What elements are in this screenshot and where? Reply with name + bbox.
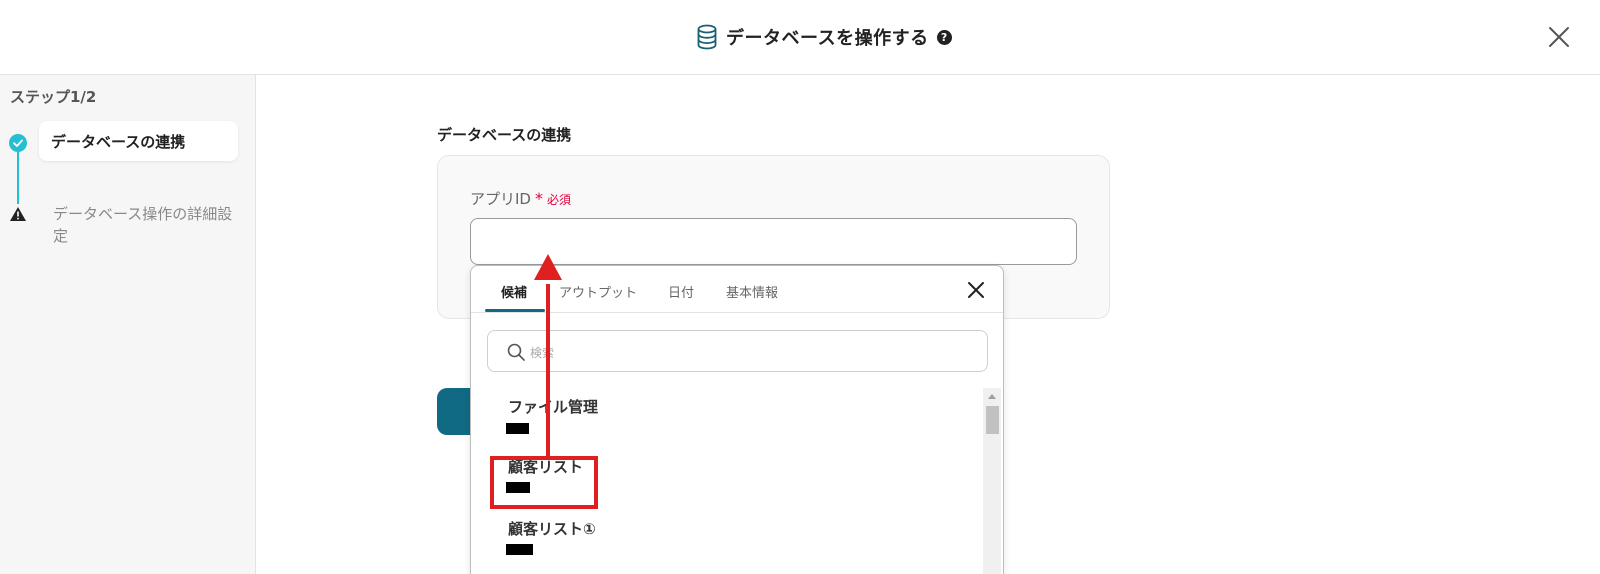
modal-title-text: データベースを操作する bbox=[726, 28, 929, 49]
redacted-id bbox=[506, 423, 529, 434]
required-asterisk: * bbox=[534, 189, 543, 208]
modal-root: データベースを操作する ? ステップ1/2 データベースの連携 データベース操作… bbox=[0, 0, 1600, 574]
help-icon[interactable]: ? bbox=[936, 29, 952, 45]
list-item-title: ファイル管理 bbox=[508, 398, 599, 416]
popup-search-input[interactable]: 検索 bbox=[487, 330, 988, 372]
tab-basic-info[interactable]: 基本情報 bbox=[726, 282, 778, 301]
check-icon bbox=[9, 134, 27, 152]
popup-close-icon[interactable] bbox=[967, 281, 985, 299]
scroll-up-icon[interactable] bbox=[988, 394, 996, 399]
step-count: ステップ1/2 bbox=[10, 88, 97, 106]
sidebar-step-database-detail[interactable]: データベース操作の詳細設定 bbox=[53, 203, 233, 247]
sidebar-step-database-link[interactable]: データベースの連携 bbox=[39, 121, 238, 161]
sidebar-step-label: データベースの連携 bbox=[51, 132, 186, 151]
app-id-input[interactable] bbox=[470, 218, 1077, 265]
close-icon[interactable] bbox=[1547, 25, 1571, 49]
search-placeholder: 検索 bbox=[530, 346, 555, 360]
suggestion-popup: 候補 アウトプット 日付 基本情報 検索 ファイル管理 顧客リスト 顧客リスト① bbox=[470, 265, 1004, 574]
list-item-title: 顧客リスト① bbox=[508, 520, 596, 538]
app-id-label-text: アプリID bbox=[470, 190, 531, 208]
popup-tabs: 候補 アウトプット 日付 基本情報 bbox=[471, 266, 1003, 313]
tab-date[interactable]: 日付 bbox=[668, 282, 694, 301]
list-item[interactable]: ファイル管理 bbox=[471, 388, 983, 444]
tab-candidates[interactable]: 候補 bbox=[501, 282, 527, 301]
active-tab-indicator bbox=[485, 309, 545, 312]
step-sidebar: ステップ1/2 データベースの連携 データベース操作の詳細設定 bbox=[0, 75, 256, 574]
search-icon bbox=[506, 342, 526, 362]
modal-title: データベースを操作する ? bbox=[696, 22, 952, 52]
modal-header: データベースを操作する ? bbox=[0, 0, 1600, 75]
section-title: データベースの連携 bbox=[437, 126, 572, 144]
app-id-label: アプリID * 必須 bbox=[470, 188, 571, 209]
list-item[interactable]: 顧客リスト① bbox=[471, 510, 983, 566]
tab-output[interactable]: アウトプット bbox=[559, 282, 637, 301]
annotation-highlight-box bbox=[490, 456, 598, 509]
redacted-id bbox=[506, 544, 533, 555]
scroll-thumb[interactable] bbox=[986, 406, 999, 434]
database-icon bbox=[696, 24, 718, 50]
list-scrollbar[interactable] bbox=[983, 388, 1001, 574]
required-badge: 必須 bbox=[546, 193, 571, 207]
step-connector bbox=[17, 152, 19, 204]
warning-icon bbox=[9, 206, 27, 222]
